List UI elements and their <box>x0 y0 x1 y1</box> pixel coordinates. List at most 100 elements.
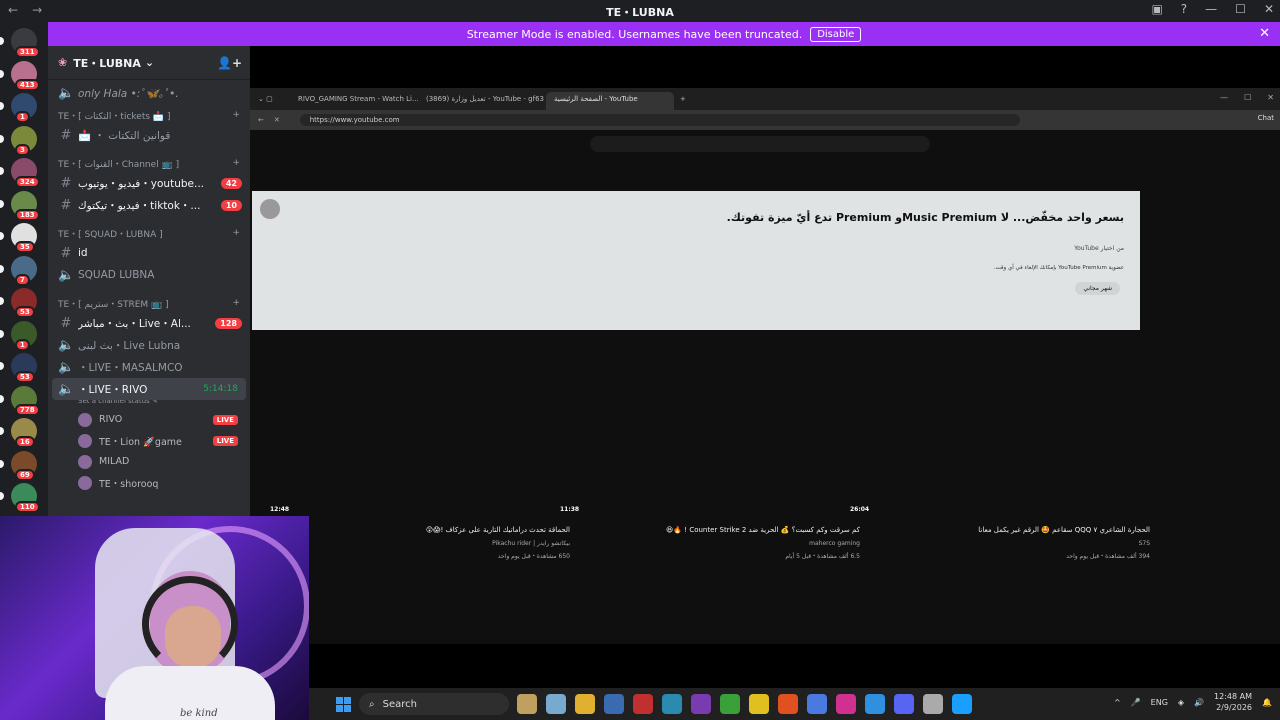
language-indicator[interactable]: ENG <box>1151 698 1168 707</box>
video-title[interactable]: كم سرقت وكم كسبت؟ 💰 الحرية ضد Counter St… <box>666 526 860 534</box>
taskbar-app-icon[interactable] <box>952 694 972 714</box>
new-tab-icon[interactable]: + <box>680 95 686 103</box>
server-icon[interactable]: 3 <box>11 125 37 156</box>
channel-squad-lubna[interactable]: 🔈 SQUAD LUBNA <box>48 264 250 286</box>
wifi-icon[interactable]: ◈ <box>1178 698 1184 707</box>
tab-menu-icon[interactable]: ⌄ ▢ <box>250 95 290 103</box>
category-channel[interactable]: TE・[ القنوات・Channel 📺 ] + <box>48 154 250 172</box>
banner-close-icon[interactable]: ✕ <box>1259 26 1270 41</box>
reload-icon[interactable]: ✕ <box>274 116 280 124</box>
mic-icon[interactable]: 🎤 <box>1131 698 1141 707</box>
server-icon[interactable]: 778 <box>11 385 40 416</box>
channel-live-al[interactable]: # بث・مباشر・Live・Al... 128 <box>48 312 250 334</box>
plus-icon[interactable]: + <box>232 298 240 308</box>
chevron-up-icon[interactable]: ^ <box>1114 698 1121 707</box>
add-member-icon[interactable]: 👤+ <box>217 56 242 70</box>
taskbar-app-icon[interactable] <box>923 694 943 714</box>
taskbar-app-icon[interactable] <box>720 694 740 714</box>
server-icon[interactable]: 53 <box>11 353 37 383</box>
category-strem[interactable]: TE・[ ستريم・STREM 📺 ] + <box>48 294 250 312</box>
plus-icon[interactable]: + <box>232 158 240 168</box>
server-icon[interactable]: 35 <box>11 223 37 253</box>
server-icon[interactable]: 110 <box>11 483 40 513</box>
channel-live-rivo[interactable]: 🔈 ・LIVE・RIVO 5:14:18 <box>52 378 246 400</box>
server-icon[interactable]: 1 <box>11 320 37 351</box>
server-icon[interactable]: 324 <box>11 158 40 188</box>
server-icon[interactable]: 69 <box>11 450 37 481</box>
channel-tickets[interactable]: # 📩 ・ قوانين التكتات <box>48 124 250 146</box>
channel-id[interactable]: # id <box>48 242 250 264</box>
server-icon[interactable]: 7 <box>11 255 37 286</box>
server-icon[interactable]: 413 <box>11 60 40 91</box>
channel-voice-hala[interactable]: 🔈 only Hala •:ﾟ🦋｡ﾟ•. <box>48 80 250 106</box>
taskbar-app-icon[interactable] <box>604 694 624 714</box>
disable-button[interactable]: Disable <box>810 26 862 42</box>
tab-youtube-edit[interactable]: (3869) تعديل وزارة - YouTube - gf63 <box>418 92 546 110</box>
server-icon[interactable]: 16 <box>11 418 37 448</box>
taskbar-app-icon[interactable] <box>894 694 914 714</box>
taskbar-app-icon[interactable] <box>778 694 798 714</box>
url-field[interactable]: https://www.youtube.com <box>299 114 1020 126</box>
taskbar-app-icon[interactable] <box>662 694 682 714</box>
maximize-icon[interactable]: ☐ <box>1235 2 1246 16</box>
ad-avatar-icon <box>260 199 280 219</box>
channel-live-lubna[interactable]: 🔈 بث لبنى・Live Lubna <box>48 334 250 356</box>
volume-icon[interactable]: 🔊 <box>1194 698 1204 707</box>
voice-user[interactable]: RIVO LIVE <box>48 409 250 430</box>
windows-start-icon[interactable] <box>336 697 351 712</box>
voice-user[interactable]: MILAD <box>48 451 250 472</box>
hash-icon: # <box>60 315 72 331</box>
window-controls: ▣ ? — ☐ ✕ <box>1151 2 1274 16</box>
channel-youtube[interactable]: # فيديو・يوتيوب・youtube... 42 <box>48 172 250 194</box>
taskbar-app-icon[interactable] <box>633 694 653 714</box>
maximize-icon[interactable]: ☐ <box>1244 93 1251 102</box>
category-label: TE・[ التكتات・tickets 📩 ] <box>58 111 171 122</box>
video-title[interactable]: الحجارة الشاعري QQQ ۷ سقاعم 🤩 الرقم غير … <box>978 526 1150 534</box>
channel-name: فيديو・تيكتوك・tiktok・... <box>78 199 201 212</box>
plus-icon[interactable]: + <box>232 110 240 120</box>
back-arrow-icon[interactable]: ← <box>258 116 264 124</box>
video-card[interactable]: 26:04 الحجارة الشاعري QQQ ۷ سقاعم 🤩 الرقم… <box>850 506 1150 566</box>
shirt-text: be kind <box>180 708 218 719</box>
notification-icon[interactable]: 🔔 <box>1262 698 1272 707</box>
taskbar-app-icon[interactable] <box>807 694 827 714</box>
category-tickets[interactable]: TE・[ التكتات・tickets 📩 ] + <box>48 106 250 124</box>
video-title[interactable]: الحماقة تحدث دراماتيك التارية على عزكاف … <box>426 526 570 534</box>
taskbar-app-icon[interactable] <box>517 694 537 714</box>
server-icon[interactable]: 1 <box>11 93 37 123</box>
browser-window-controls: — ☐ ✕ <box>1220 93 1274 102</box>
tab-rivo[interactable]: RIVO_GAMING Stream - Watch Li... <box>290 92 418 110</box>
channel-tiktok[interactable]: # فيديو・تيكتوك・tiktok・... 10 <box>48 194 250 216</box>
taskbar-app-icon[interactable] <box>749 694 769 714</box>
taskbar-app-icon[interactable] <box>836 694 856 714</box>
taskbar-app-icon[interactable] <box>546 694 566 714</box>
server-icon[interactable]: 183 <box>11 190 40 221</box>
server-icon[interactable]: 53 <box>11 288 37 318</box>
plus-icon[interactable]: + <box>232 228 240 238</box>
voice-user[interactable]: TE・Lion 🚀game LIVE <box>48 430 250 451</box>
video-card[interactable]: 12:48 الحماقة تحدث دراماتيك التارية على ع… <box>270 506 570 566</box>
minimize-icon[interactable]: — <box>1205 2 1217 16</box>
help-icon[interactable]: ? <box>1181 2 1187 16</box>
close-icon[interactable]: ✕ <box>1267 93 1274 102</box>
chat-button[interactable]: Chat <box>1258 114 1274 122</box>
free-month-button[interactable]: شهر مجاني <box>1075 282 1120 295</box>
server-header[interactable]: ❀ TE・LUBNA ⌄ 👤+ <box>48 46 250 80</box>
channel-name: بث لبنى・Live Lubna <box>78 339 181 352</box>
taskbar-app-icon[interactable] <box>691 694 711 714</box>
channel-live-masalmco[interactable]: 🔈 ・LIVE・MASALMCO <box>48 356 250 378</box>
close-icon[interactable]: ✕ <box>1264 2 1274 16</box>
tab-youtube-home[interactable]: الصفحة الرئيسية - YouTube <box>546 92 674 110</box>
taskbar-search[interactable]: ⌕ Search <box>359 693 509 715</box>
search-input[interactable] <box>590 136 930 152</box>
taskbar-app-icon[interactable] <box>575 694 595 714</box>
clock[interactable]: 12:48 AM 2/9/2026 <box>1214 691 1252 713</box>
video-card[interactable]: 11:38 كم سرقت وكم كسبت؟ 💰 الحرية ضد Count… <box>560 506 860 566</box>
server-icon[interactable]: 311 <box>11 28 40 58</box>
taskbar-app-icon[interactable] <box>865 694 885 714</box>
minimize-icon[interactable]: — <box>1220 93 1228 102</box>
category-squad[interactable]: TE・[ SQUAD・LUBNA ] + <box>48 224 250 242</box>
server-badge: 69 <box>15 468 35 481</box>
inbox-icon[interactable]: ▣ <box>1151 2 1162 16</box>
voice-user[interactable]: TE・shorooq <box>48 472 250 493</box>
